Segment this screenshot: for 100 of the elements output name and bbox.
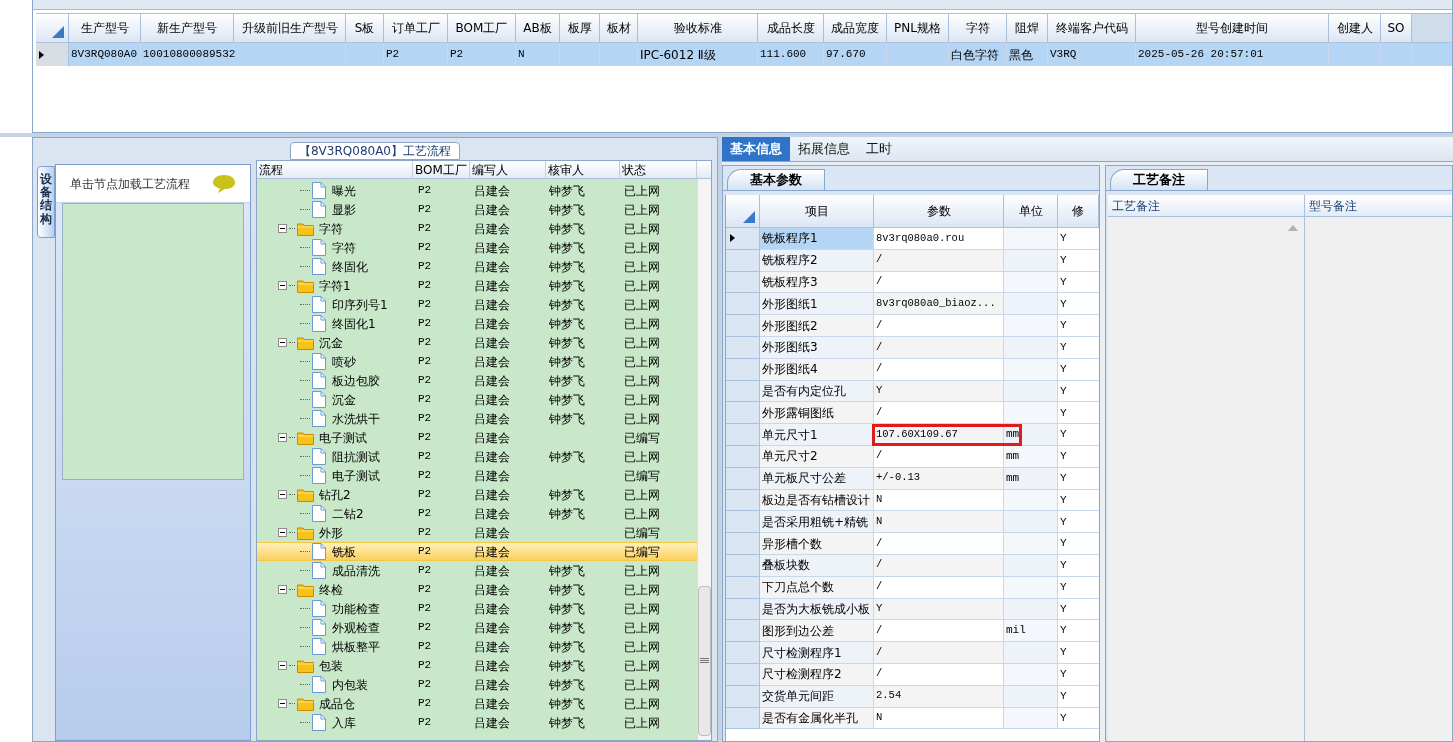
column-header[interactable]: PNL规格 [887,14,949,43]
param-row[interactable]: 是否有内定位孔 Y Y [726,380,1099,403]
param-row[interactable]: 图形到边公差 / mil Y [726,620,1099,643]
column-header[interactable]: 订单工厂 [384,14,448,43]
tree-row[interactable]: 沉金 P2 吕建会 钟梦飞 已上网 [257,333,697,352]
column-header[interactable]: 工艺备注 [1108,195,1304,217]
tree-row[interactable]: 终检 P2 吕建会 钟梦飞 已上网 [257,580,697,599]
tree-row[interactable]: 印序列号1 P2 吕建会 钟梦飞 已上网 [257,295,697,314]
param-row[interactable]: 叠板块数 / Y [726,554,1099,577]
column-header[interactable]: 状态 [620,161,697,178]
param-row[interactable]: 板边是否有钻槽设计 N Y [726,489,1099,512]
column-header[interactable]: 升级前旧生产型号 [234,14,346,43]
tree-row[interactable]: 终固化 P2 吕建会 钟梦飞 已上网 [257,257,697,276]
collapse-icon[interactable] [278,224,287,233]
tree-row[interactable]: 曝光 P2 吕建会 钟梦飞 已上网 [257,181,697,200]
column-header[interactable]: 终端客户代码 [1048,14,1136,43]
column-header[interactable]: BOM工厂 [448,14,516,43]
column-header[interactable]: 修 [1058,195,1099,228]
column-header[interactable]: AB板 [516,14,560,43]
column-header[interactable]: 核审人 [546,161,620,178]
tree-row[interactable]: 电子测试 P2 吕建会 已编写 [257,428,697,447]
param-row[interactable]: 外形图纸4 / Y [726,358,1099,381]
tree-row[interactable]: 外形 P2 吕建会 已编写 [257,523,697,542]
tab[interactable]: 工时 [858,137,900,161]
tree-row[interactable]: 钻孔2 P2 吕建会 钟梦飞 已上网 [257,485,697,504]
side-tab[interactable]: 设备结构 [37,166,55,238]
collapse-icon[interactable] [278,338,287,347]
param-row[interactable]: 铣板程序3 / Y [726,271,1099,294]
column-header[interactable]: 成品长度 [758,14,824,43]
column-header[interactable]: 生产型号 [69,14,141,43]
param-row[interactable]: 交货单元间距 2.54 Y [726,685,1099,708]
column-header[interactable]: 字符 [949,14,1007,43]
collapse-icon[interactable] [278,433,287,442]
column-header[interactable]: 型号备注 [1305,195,1452,217]
tree-row[interactable]: 成品清洗 P2 吕建会 钟梦飞 已上网 [257,561,697,580]
tree-row[interactable]: 包装 P2 吕建会 钟梦飞 已上网 [257,656,697,675]
column-header[interactable]: S板 [346,14,384,43]
tree-row[interactable]: 成品仓 P2 吕建会 钟梦飞 已上网 [257,694,697,713]
collapse-icon[interactable] [278,490,287,499]
panel-tab[interactable]: 工艺备注 [1110,169,1208,190]
tree-row[interactable]: 阻抗测试 P2 吕建会 钟梦飞 已上网 [257,447,697,466]
tree-row[interactable]: 沉金 P2 吕建会 钟梦飞 已上网 [257,390,697,409]
column-header[interactable]: 成品宽度 [824,14,887,43]
tree-row[interactable]: 字符 P2 吕建会 钟梦飞 已上网 [257,238,697,257]
column-header[interactable]: 创建人 [1329,14,1381,43]
param-row[interactable]: 尺寸检测程序2 / Y [726,663,1099,686]
tab[interactable]: 基本信息 [722,137,790,161]
tab[interactable]: 拓展信息 [790,137,858,161]
column-header[interactable]: 项目 [760,195,874,228]
table-row[interactable]: 8V3RQ080A0 10010800089532 P2 P2 N IPC-6012 Ⅱ级 111.600 97.670 白色字符 黑色 V3RQ 2025-05-26 20:57:01 [36,43,1452,66]
param-row[interactable]: 铣板程序1 8v3rq080a0.rou Y [726,228,1099,250]
column-header[interactable]: SO [1381,14,1412,43]
tree-row[interactable]: 功能检查 P2 吕建会 钟梦飞 已上网 [257,599,697,618]
column-header[interactable]: 板材 [600,14,638,43]
param-row[interactable]: 外形露铜图纸 / Y [726,402,1099,425]
tree-row[interactable]: 显影 P2 吕建会 钟梦飞 已上网 [257,200,697,219]
tree-row[interactable]: 铣板 P2 吕建会 已编写 [257,542,697,561]
tree-row[interactable]: 外观检查 P2 吕建会 钟梦飞 已上网 [257,618,697,637]
tree-row[interactable]: 终固化1 P2 吕建会 钟梦飞 已上网 [257,314,697,333]
tree-row[interactable]: 字符1 P2 吕建会 钟梦飞 已上网 [257,276,697,295]
collapse-icon[interactable] [278,528,287,537]
tree-row[interactable]: 板边包胶 P2 吕建会 钟梦飞 已上网 [257,371,697,390]
panel-tab[interactable]: 基本参数 [727,169,825,190]
param-row[interactable]: 外形图纸2 / Y [726,315,1099,337]
tree-row[interactable]: 内包装 P2 吕建会 钟梦飞 已上网 [257,675,697,694]
param-row[interactable]: 尺寸检测程序1 / Y [726,642,1099,664]
param-row[interactable]: 是否为大板铣成小板 Y Y [726,598,1099,621]
collapse-icon[interactable] [278,699,287,708]
column-header[interactable]: 型号创建时间 [1136,14,1329,43]
column-header[interactable]: 板厚 [560,14,600,43]
collapse-icon[interactable] [278,585,287,594]
column-header[interactable]: 单位 [1004,195,1058,228]
tree-row[interactable]: 二钻2 P2 吕建会 钟梦飞 已上网 [257,504,697,523]
param-row[interactable]: 单元尺寸1 107.60X109.67 mm Y [726,424,1099,446]
column-header[interactable]: BOM工厂 [413,161,470,178]
tree-row[interactable]: 水洗烘干 P2 吕建会 钟梦飞 已上网 [257,409,697,428]
scroll-thumb[interactable] [698,586,711,736]
param-row[interactable]: 是否有金属化半孔 N Y [726,707,1099,730]
param-row[interactable]: 单元板尺寸公差 +/-0.13 mm Y [726,467,1099,490]
tree-row[interactable]: 电子测试 P2 吕建会 已编写 [257,466,697,485]
param-row[interactable]: 异形槽个数 / Y [726,533,1099,555]
param-row[interactable]: 外形图纸1 8v3rq080a0_biaoz... Y [726,293,1099,316]
param-row[interactable]: 下刀点总个数 / Y [726,576,1099,599]
collapse-icon[interactable] [278,281,287,290]
tree-row[interactable]: 烘板整平 P2 吕建会 钟梦飞 已上网 [257,637,697,656]
param-row[interactable]: 铣板程序2 / Y [726,249,1099,272]
column-header[interactable]: 新生产型号 [141,14,234,43]
column-header[interactable]: 验收标准 [638,14,758,43]
collapse-icon[interactable] [278,661,287,670]
param-row[interactable]: 单元尺寸2 / mm Y [726,445,1099,468]
column-header[interactable]: 编写人 [470,161,546,178]
param-row[interactable]: 是否采用粗铣+精铣 N Y [726,511,1099,534]
column-header[interactable]: 阻焊 [1007,14,1048,43]
tree-row[interactable]: 喷砂 P2 吕建会 钟梦飞 已上网 [257,352,697,371]
tree-row[interactable]: 字符 P2 吕建会 钟梦飞 已上网 [257,219,697,238]
tree-row[interactable]: 入库 P2 吕建会 钟梦飞 已上网 [257,713,697,732]
scrollbar[interactable] [697,179,711,740]
param-row[interactable]: 外形图纸3 / Y [726,337,1099,359]
column-header[interactable]: 参数 [874,195,1004,228]
column-header[interactable]: 流程 [257,161,413,178]
